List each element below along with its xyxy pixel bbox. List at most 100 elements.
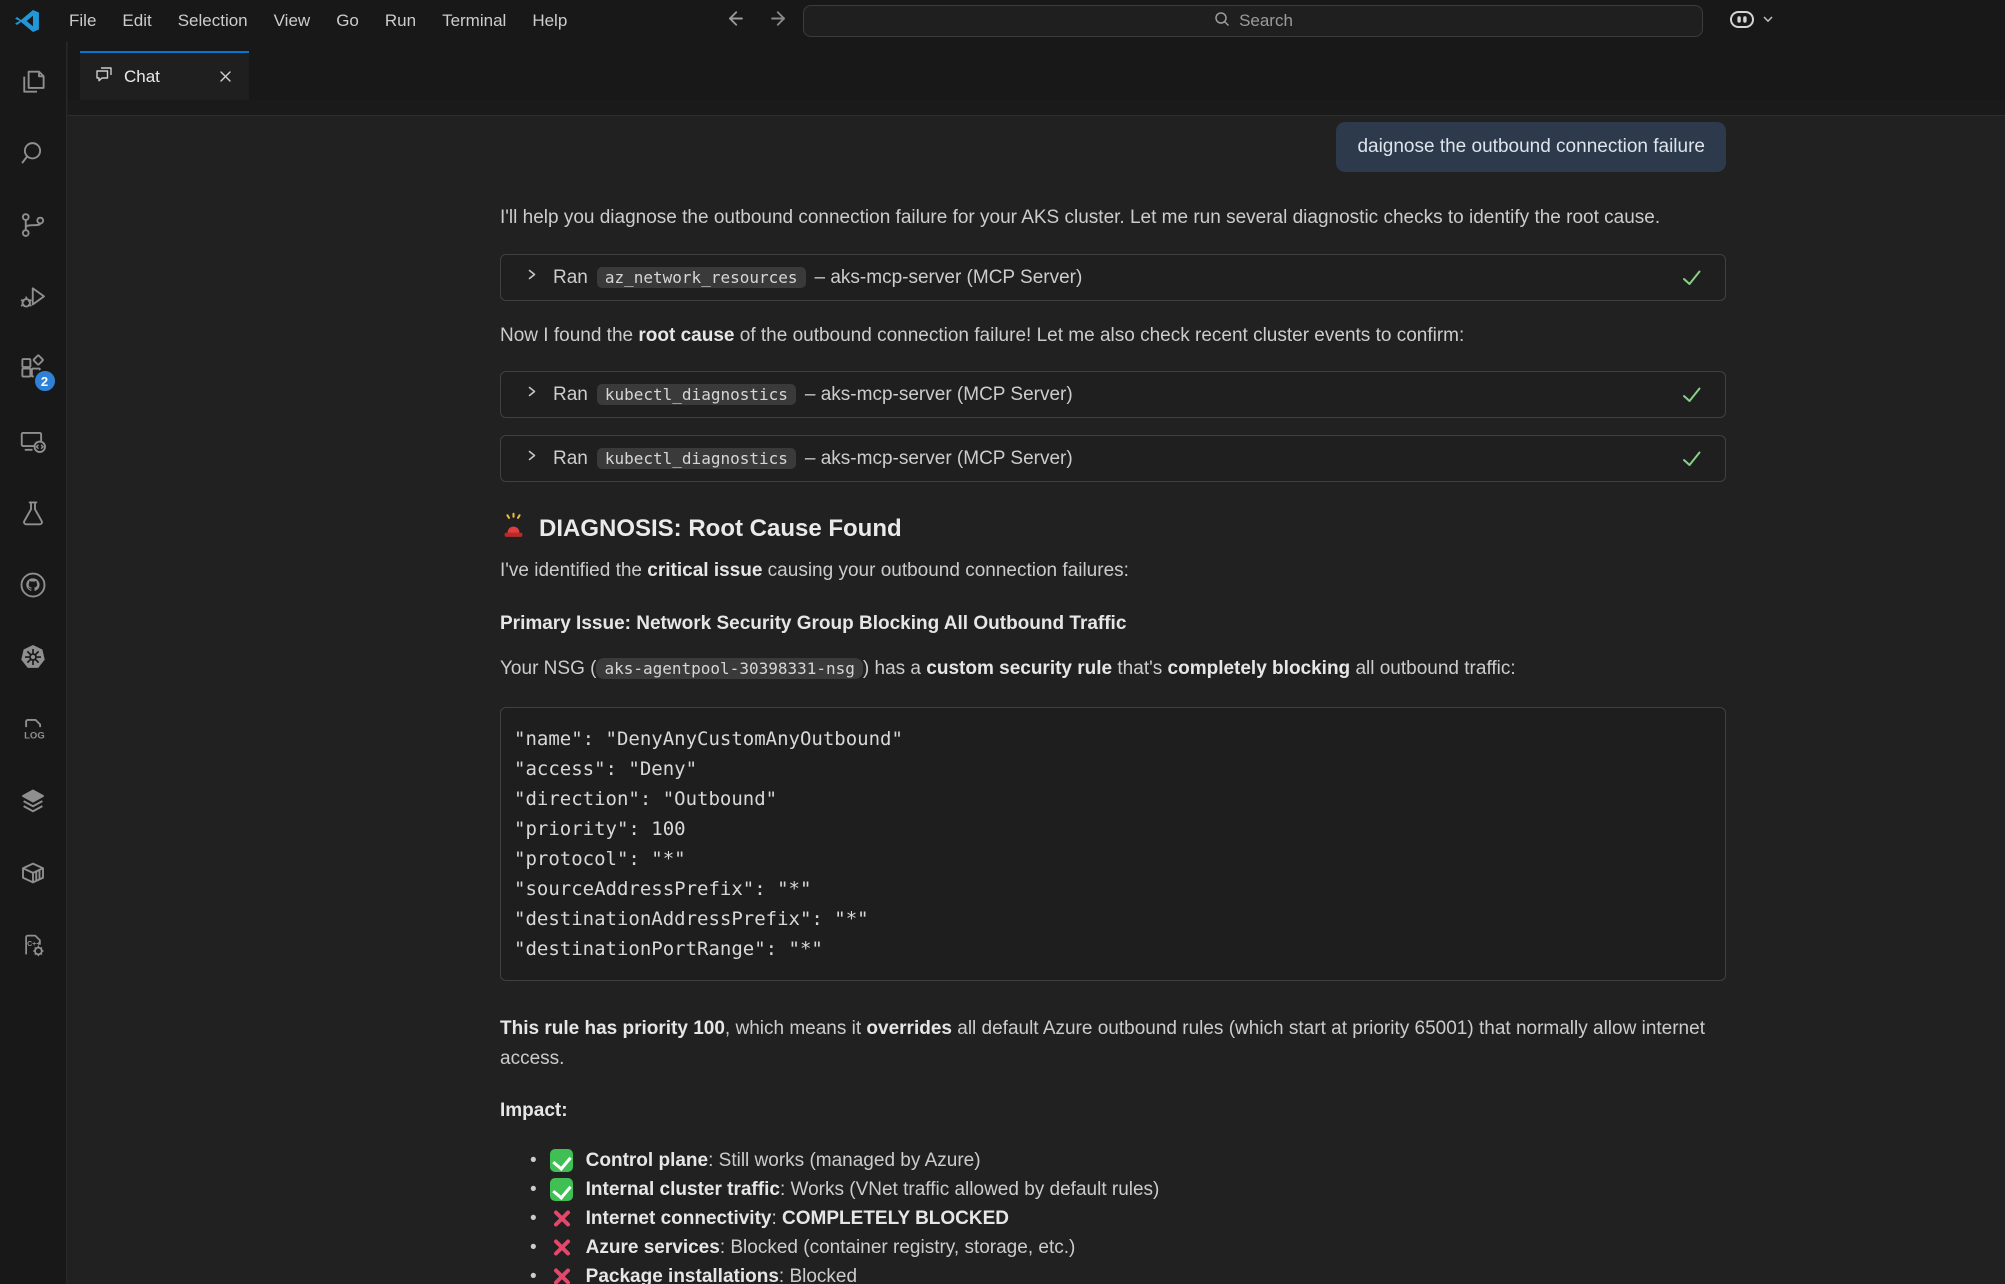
- tool-name-chip: az_network_resources: [597, 267, 806, 288]
- success-check-icon: [1678, 264, 1705, 291]
- beaker-icon: [18, 498, 48, 533]
- history-navigation: [722, 0, 792, 42]
- command-center-search[interactable]: Search: [803, 5, 1703, 37]
- tab-bar: Chat: [68, 42, 2005, 100]
- impact-item-internal-traffic: • Internal cluster traffic: Works (VNet …: [530, 1175, 1726, 1204]
- bullet-dot: •: [530, 1150, 537, 1172]
- titlebar: File Edit Selection View Go Run Terminal…: [0, 0, 2005, 43]
- scrolled-content-edge: [68, 100, 2005, 116]
- git-branch-icon: [18, 210, 48, 245]
- impact-item-internet: • Internet connectivity: COMPLETELY BLOC…: [530, 1204, 1726, 1233]
- menu-item-help[interactable]: Help: [519, 0, 580, 42]
- bullet-dot: •: [530, 1179, 537, 1201]
- copilot-button[interactable]: [1728, 0, 1775, 42]
- menu-item-terminal[interactable]: Terminal: [429, 0, 519, 42]
- tab-chat[interactable]: Chat: [80, 51, 249, 100]
- tool-action: Ran: [553, 384, 588, 406]
- code-line: "destinationPortRange": "*": [514, 934, 1712, 964]
- forward-arrow-icon[interactable]: [767, 6, 792, 36]
- impact-item-packages: • Package installations: Blocked: [530, 1262, 1726, 1284]
- tool-call-row-kubectl-diagnostics-1[interactable]: Ran kubectl_diagnostics – aks-mcp-server…: [500, 371, 1726, 418]
- menu-bar: File Edit Selection View Go Run Terminal…: [56, 0, 580, 42]
- diagnosis-heading-text: DIAGNOSIS: Root Cause Found: [539, 515, 902, 543]
- code-line: "direction": "Outbound": [514, 784, 1712, 814]
- primary-issue-title: Primary Issue: Network Security Group Bl…: [500, 611, 1726, 637]
- files-icon: [18, 66, 48, 101]
- code-line: "destinationAddressPrefix": "*": [514, 904, 1712, 934]
- debug-play-bug-icon: [18, 282, 48, 317]
- chevron-right-icon: [523, 266, 540, 289]
- tool-name-chip: kubectl_diagnostics: [597, 448, 796, 469]
- sidebar-item-layers[interactable]: [18, 788, 49, 818]
- editor-area: Chat daignose the outbound connection fa…: [68, 42, 2005, 1284]
- copilot-robot-icon: [1728, 8, 1756, 35]
- container-box-icon: [18, 858, 48, 893]
- bullet-dot: •: [530, 1237, 537, 1259]
- layers-icon: [18, 786, 48, 821]
- sidebar-item-github[interactable]: [18, 572, 49, 602]
- menu-item-go[interactable]: Go: [323, 0, 372, 42]
- svg-text:LOG: LOG: [24, 730, 45, 741]
- tool-name-chip: kubectl_diagnostics: [597, 384, 796, 405]
- close-icon[interactable]: [216, 67, 235, 86]
- sidebar-item-cpp-tools[interactable]: C++: [18, 932, 49, 962]
- sidebar-item-explorer[interactable]: [18, 68, 49, 98]
- log-file-icon: LOG: [18, 714, 48, 749]
- chat-content: daignose the outbound connection failure…: [500, 122, 1726, 1284]
- menu-item-view[interactable]: View: [261, 0, 324, 42]
- assistant-paragraph-priority: This rule has priority 100, which means …: [500, 1014, 1715, 1074]
- search-icon: [1213, 10, 1231, 33]
- chat-bubble-icon: [94, 64, 114, 89]
- tool-call-row-kubectl-diagnostics-2[interactable]: Ran kubectl_diagnostics – aks-mcp-server…: [500, 435, 1726, 482]
- menu-item-edit[interactable]: Edit: [109, 0, 164, 42]
- sidebar-item-source-control[interactable]: [18, 212, 49, 242]
- sidebar-item-search[interactable]: [18, 140, 49, 170]
- activity-bar: 2: [0, 42, 67, 1284]
- impact-list: • Control plane: Still works (managed by…: [500, 1146, 1726, 1284]
- vscode-logo-icon: [14, 8, 40, 34]
- kubernetes-wheel-icon: [18, 642, 48, 677]
- impact-item-azure-services: • Azure services: Blocked (container reg…: [530, 1233, 1726, 1262]
- impact-item-control-plane: • Control plane: Still works (managed by…: [530, 1146, 1726, 1175]
- success-check-icon: [1678, 381, 1705, 408]
- tab-label: Chat: [124, 67, 160, 87]
- assistant-paragraph-found: Now I found the root cause of the outbou…: [500, 323, 1726, 349]
- vscode-window: File Edit Selection View Go Run Terminal…: [0, 0, 2005, 1284]
- menu-item-run[interactable]: Run: [372, 0, 429, 42]
- bullet-dot: •: [530, 1208, 537, 1230]
- impact-item-text: Control plane: Still works (managed by A…: [586, 1150, 981, 1172]
- tool-action: Ran: [553, 448, 588, 470]
- cross-icon: [550, 1236, 573, 1259]
- siren-emoji: [500, 512, 527, 546]
- github-octocat-icon: [18, 570, 48, 605]
- menu-item-selection[interactable]: Selection: [165, 0, 261, 42]
- impact-item-text: Internet connectivity: COMPLETELY BLOCKE…: [586, 1208, 1009, 1230]
- sidebar-item-run-and-debug[interactable]: [18, 284, 49, 314]
- check-icon: [550, 1178, 573, 1201]
- success-check-icon: [1678, 445, 1705, 472]
- search-icon: [18, 138, 48, 173]
- chevron-right-icon: [523, 383, 540, 406]
- sidebar-item-testing[interactable]: [18, 500, 49, 530]
- cross-icon: [550, 1265, 573, 1284]
- cpp-file-gear-icon: C++: [18, 930, 48, 965]
- nsg-rule-code-block: "name": "DenyAnyCustomAnyOutbound" "acce…: [500, 707, 1726, 981]
- user-message: daignose the outbound connection failure: [1336, 122, 1726, 172]
- sidebar-item-kubernetes[interactable]: [18, 644, 49, 674]
- bullet-dot: •: [530, 1266, 537, 1284]
- back-arrow-icon[interactable]: [722, 6, 747, 36]
- code-line: "priority": 100: [514, 814, 1712, 844]
- tool-call-row-az-network-resources[interactable]: Ran az_network_resources – aks-mcp-serve…: [500, 254, 1726, 301]
- code-line: "protocol": "*": [514, 844, 1712, 874]
- remote-monitor-icon: [18, 426, 48, 461]
- sidebar-item-extensions[interactable]: 2: [18, 356, 49, 386]
- check-icon: [550, 1149, 573, 1172]
- impact-item-text: Package installations: Blocked: [586, 1266, 857, 1284]
- sidebar-item-containers[interactable]: [18, 860, 49, 890]
- diagnosis-heading: DIAGNOSIS: Root Cause Found: [500, 512, 1726, 546]
- menu-item-file[interactable]: File: [56, 0, 109, 42]
- sidebar-item-remote-explorer[interactable]: [18, 428, 49, 458]
- sidebar-item-log-viewer[interactable]: LOG: [18, 716, 49, 746]
- search-placeholder: Search: [1239, 11, 1293, 31]
- assistant-paragraph-intro: I'll help you diagnose the outbound conn…: [500, 205, 1726, 231]
